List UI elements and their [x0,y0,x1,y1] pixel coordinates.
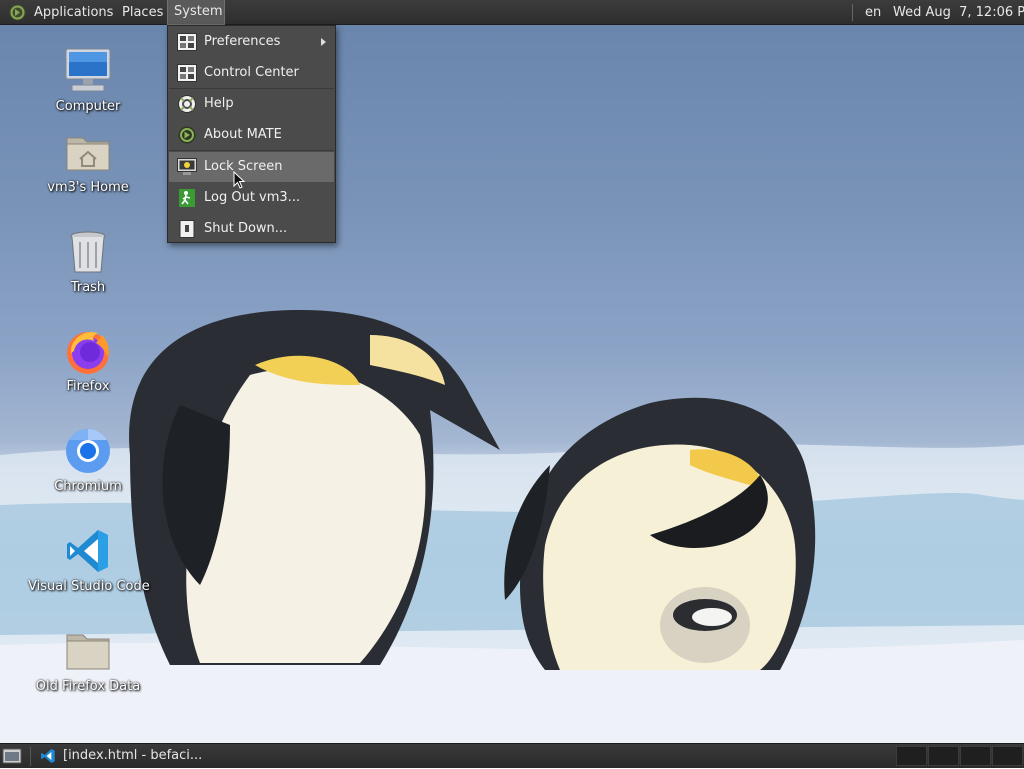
desktop-icon-label: Trash [70,280,106,295]
computer-icon [64,47,112,95]
menu-item-lock-screen[interactable]: Lock Screen [169,152,334,182]
menu-item-about-mate[interactable]: About MATE [169,120,334,150]
menu-item-preferences[interactable]: Preferences [169,27,334,57]
menu-item-log-out[interactable]: Log Out vm3... [169,183,334,213]
menu-item-label: Help [204,96,234,111]
desktop-icon-label: vm3's Home [47,180,129,195]
menu-item-shut-down[interactable]: Shut Down... [169,214,334,244]
applications-menu[interactable]: Applications [28,0,119,25]
menu-item-label: Shut Down... [204,221,288,236]
folder-icon [64,627,112,675]
panel-separator [30,747,31,766]
desktop-icon-label: Chromium [54,479,122,494]
firefox-icon [64,327,112,375]
log-out-icon [179,189,195,207]
mouse-cursor-icon [233,171,245,189]
menu-item-label: About MATE [204,127,282,142]
desktop-icon-trash[interactable]: Trash [28,228,148,295]
bottom-panel: [index.html - befaci... [0,743,1024,768]
menu-item-label: Log Out vm3... [204,190,301,205]
workspace-4[interactable] [992,746,1023,766]
taskbar-window-button[interactable]: [index.html - befaci... [34,745,264,767]
workspace-2[interactable] [928,746,959,766]
top-panel: Applications Places System en Wed Aug 7,… [0,0,1024,25]
menu-item-label: Preferences [204,34,281,49]
desktop-icon-home[interactable]: vm3's Home [28,128,148,195]
menu-item-label: Control Center [204,65,299,80]
submenu-arrow-icon [321,38,326,46]
control-center-icon [177,64,197,82]
desktop-icon-label: Computer [55,99,121,114]
mate-about-icon [178,126,196,144]
menu-separator [169,150,334,151]
right-penguin [504,397,816,670]
home-folder-icon [64,128,112,176]
shut-down-icon [179,220,195,238]
desktop-icon-computer[interactable]: Computer [28,47,148,114]
show-desktop-button[interactable] [2,747,22,765]
show-desktop-icon [2,748,22,764]
system-menu-button[interactable]: System [167,0,225,25]
penguins-wallpaper-image [0,310,1024,743]
places-menu[interactable]: Places [116,0,169,25]
workspace-3[interactable] [960,746,991,766]
desktop-wallpaper [0,25,1024,743]
system-dropdown-menu: Preferences Control Center Help About MA… [167,25,336,243]
chromium-icon [64,427,112,475]
desktop-icon-label: Visual Studio Code [28,579,150,594]
desktop-icon-label: Old Firefox Data [35,679,141,694]
preferences-icon [177,33,197,51]
desktop-icon-label: Firefox [66,379,110,394]
clock[interactable]: Wed Aug 7, 12:06 PM [887,0,1024,25]
mate-logo-icon [9,4,26,21]
workspace-1[interactable] [896,746,927,766]
desktop-icon-vscode[interactable]: Visual Studio Code [28,527,150,594]
help-icon [178,95,196,113]
desktop-icon-firefox[interactable]: Firefox [28,327,148,394]
keyboard-layout-indicator[interactable]: en [859,0,887,25]
vscode-icon [41,749,55,763]
panel-separator [852,4,853,21]
desktop-icon-old-firefox-data[interactable]: Old Firefox Data [28,627,148,694]
trash-icon [64,228,112,276]
lock-screen-icon [177,158,197,175]
vscode-icon [64,527,112,575]
menu-item-help[interactable]: Help [169,89,334,119]
taskbar-window-label: [index.html - befaci... [63,748,203,763]
menu-item-control-center[interactable]: Control Center [169,58,334,88]
desktop-icon-chromium[interactable]: Chromium [28,427,148,494]
